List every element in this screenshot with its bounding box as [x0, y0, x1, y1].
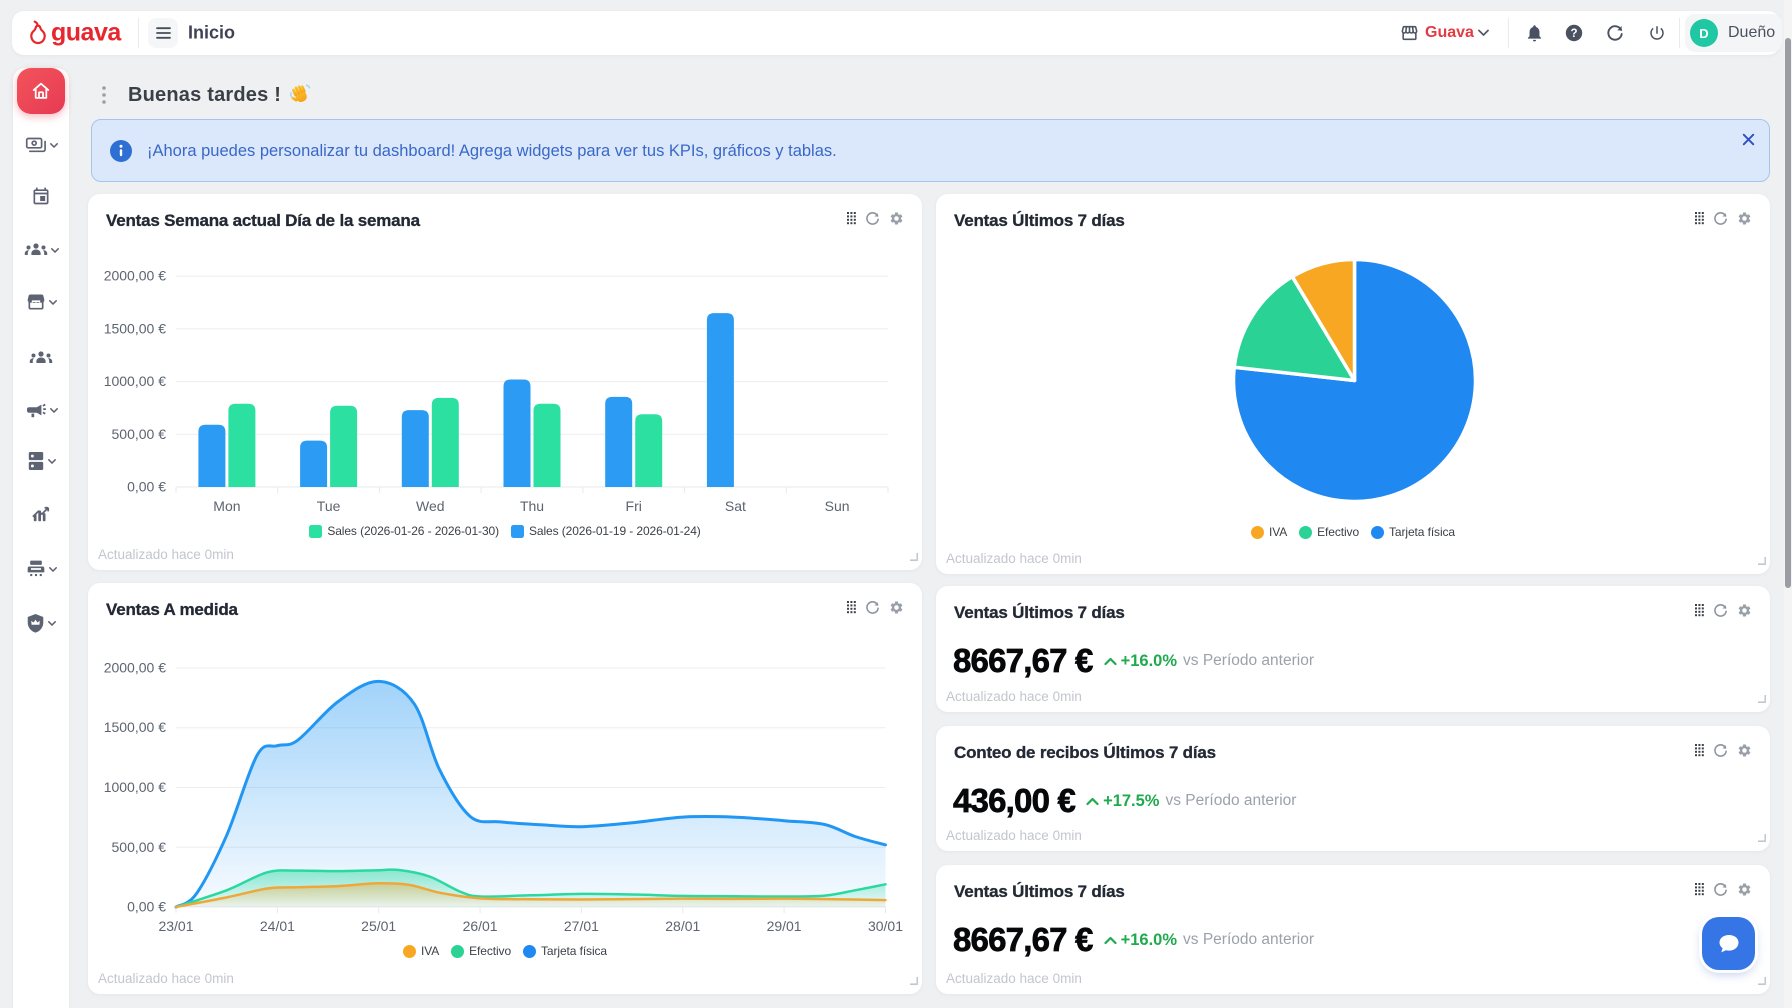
svg-text:2000,00 €: 2000,00 €: [104, 268, 166, 284]
svg-text:27/01: 27/01: [564, 918, 599, 934]
svg-text:Tue: Tue: [317, 498, 341, 514]
svg-text:500,00 €: 500,00 €: [112, 839, 167, 855]
svg-text:Fri: Fri: [626, 498, 642, 514]
svg-text:Mon: Mon: [213, 498, 240, 514]
svg-text:29/01: 29/01: [767, 918, 802, 934]
svg-text:0,00 €: 0,00 €: [127, 899, 166, 915]
svg-text:2000,00 €: 2000,00 €: [104, 660, 166, 676]
svg-text:Wed: Wed: [416, 498, 445, 514]
svg-text:Thu: Thu: [520, 498, 544, 514]
svg-text:1500,00 €: 1500,00 €: [104, 320, 166, 336]
svg-text:Sat: Sat: [725, 498, 746, 514]
svg-text:500,00 €: 500,00 €: [112, 426, 167, 442]
svg-text:23/01: 23/01: [158, 918, 193, 934]
svg-text:0,00 €: 0,00 €: [127, 479, 166, 495]
svg-text:28/01: 28/01: [665, 918, 700, 934]
svg-text:30/01: 30/01: [868, 918, 903, 934]
svg-text:1000,00 €: 1000,00 €: [104, 373, 166, 389]
svg-text:24/01: 24/01: [260, 918, 295, 934]
svg-text:1500,00 €: 1500,00 €: [104, 719, 166, 735]
svg-text:1000,00 €: 1000,00 €: [104, 779, 166, 795]
svg-text:25/01: 25/01: [361, 918, 396, 934]
svg-text:26/01: 26/01: [463, 918, 498, 934]
svg-text:Sun: Sun: [825, 498, 850, 514]
svg-text:?: ?: [1570, 28, 1577, 40]
